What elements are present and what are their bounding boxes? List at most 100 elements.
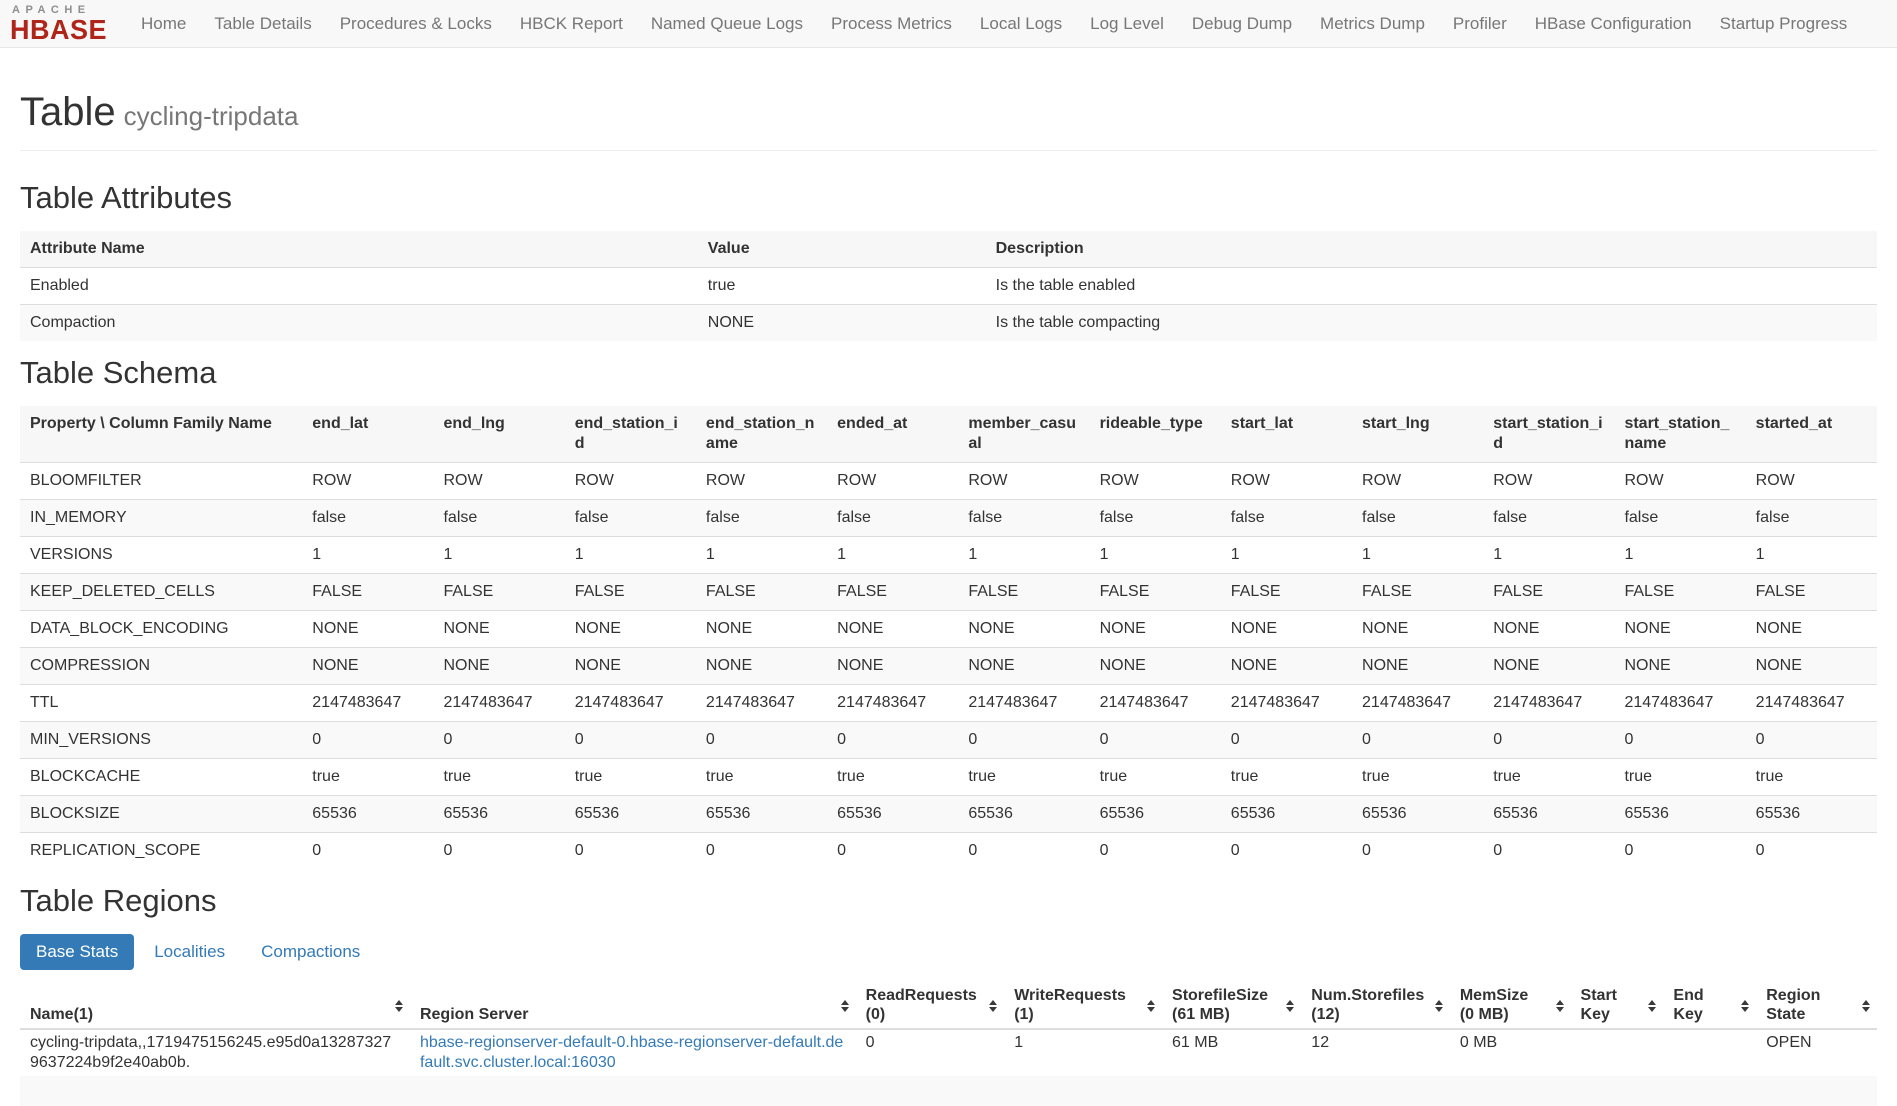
schema-value-cell: true: [1614, 759, 1745, 796]
schema-value-cell: 1: [302, 537, 433, 574]
regions-tabs: Base StatsLocalitiesCompactions: [20, 934, 1877, 970]
region-server-link[interactable]: hbase-regionserver-default-0.hbase-regio…: [420, 1034, 843, 1071]
attributes-heading: Table Attributes: [20, 181, 1877, 215]
nav-item-named-queue-logs[interactable]: Named Queue Logs: [637, 14, 817, 34]
sort-down-arrow: [1862, 1007, 1870, 1012]
sort-icon[interactable]: [1862, 1000, 1870, 1012]
regions-col-region-state[interactable]: RegionState: [1756, 984, 1877, 1029]
regions-tab-base-stats[interactable]: Base Stats: [20, 934, 134, 970]
regions-col-readrequests-0[interactable]: ReadRequests(0): [856, 984, 1005, 1029]
sort-down-arrow: [1147, 1007, 1155, 1012]
schema-row-min-versions: MIN_VERSIONS000000000000: [20, 722, 1877, 759]
sort-up-arrow: [841, 1000, 849, 1005]
schema-value-cell: NONE: [696, 648, 827, 685]
nav-item-profiler[interactable]: Profiler: [1439, 14, 1521, 34]
attribute-name: Enabled: [20, 268, 698, 305]
sort-icon[interactable]: [1435, 1000, 1443, 1012]
nav-item-metrics-dump[interactable]: Metrics Dump: [1306, 14, 1439, 34]
nav-item-debug-dump[interactable]: Debug Dump: [1178, 14, 1306, 34]
schema-value-cell: FALSE: [302, 574, 433, 611]
region-row-clipped: [20, 1076, 1877, 1106]
sort-icon[interactable]: [1741, 1000, 1749, 1012]
nav-item-local-logs[interactable]: Local Logs: [966, 14, 1076, 34]
schema-row-replication-scope: REPLICATION_SCOPE000000000000: [20, 833, 1877, 870]
schema-value-cell: 0: [565, 833, 696, 870]
nav-item-hbase-configuration[interactable]: HBase Configuration: [1521, 14, 1706, 34]
schema-value-cell: FALSE: [1090, 574, 1221, 611]
schema-value-cell: 65536: [958, 796, 1089, 833]
empty-cell: [1162, 1076, 1301, 1106]
regions-col-num-storefiles-12[interactable]: Num.Storefiles(12): [1301, 984, 1450, 1029]
schema-value-cell: false: [565, 500, 696, 537]
sort-icon[interactable]: [989, 1000, 997, 1012]
schema-value-cell: 1: [958, 537, 1089, 574]
schema-value-cell: NONE: [433, 648, 564, 685]
nav-item-table-details[interactable]: Table Details: [200, 14, 325, 34]
nav-item-log-level[interactable]: Log Level: [1076, 14, 1178, 34]
schema-value-cell: 2147483647: [1614, 685, 1745, 722]
schema-value-cell: true: [1746, 759, 1877, 796]
sort-icon[interactable]: [841, 1000, 849, 1012]
regions-tab-localities[interactable]: Localities: [138, 934, 241, 970]
regions-col-start-key[interactable]: StartKey: [1571, 984, 1664, 1029]
schema-value-cell: true: [958, 759, 1089, 796]
regions-tab-compactions[interactable]: Compactions: [245, 934, 376, 970]
sort-icon[interactable]: [1648, 1000, 1656, 1012]
schema-value-cell: 0: [302, 833, 433, 870]
schema-value-cell: 0: [1483, 833, 1614, 870]
schema-value-cell: true: [565, 759, 696, 796]
schema-value-cell: true: [696, 759, 827, 796]
schema-value-cell: ROW: [696, 463, 827, 500]
schema-value-cell: 0: [1746, 833, 1877, 870]
regions-col-end-key[interactable]: EndKey: [1663, 984, 1756, 1029]
sort-down-arrow: [1741, 1007, 1749, 1012]
nav-item-hbck-report[interactable]: HBCK Report: [506, 14, 637, 34]
nav-item-startup-progress[interactable]: Startup Progress: [1706, 14, 1862, 34]
sort-icon[interactable]: [395, 1000, 403, 1012]
attribute-description: Is the table enabled: [986, 268, 1877, 305]
schema-value-cell: 0: [1221, 722, 1352, 759]
schema-value-cell: 1: [1352, 537, 1483, 574]
sort-icon[interactable]: [1286, 1000, 1294, 1012]
schema-value-cell: 2147483647: [565, 685, 696, 722]
schema-value-cell: ROW: [1221, 463, 1352, 500]
regions-col-name-1[interactable]: Name(1): [20, 984, 410, 1029]
sort-down-arrow: [1556, 1007, 1564, 1012]
schema-value-cell: FALSE: [565, 574, 696, 611]
nav-item-home[interactable]: Home: [127, 14, 200, 34]
schema-value-cell: FALSE: [1483, 574, 1614, 611]
regions-col-storefilesize-61-mb[interactable]: StorefileSize(61 MB): [1162, 984, 1301, 1029]
regions-table: Name(1)Region ServerReadRequests(0)Write…: [20, 984, 1877, 1106]
sort-icon[interactable]: [1556, 1000, 1564, 1012]
schema-property-name: BLOCKCACHE: [20, 759, 302, 796]
schema-value-cell: 2147483647: [1746, 685, 1877, 722]
sort-up-arrow: [1862, 1000, 1870, 1005]
schema-value-cell: NONE: [1221, 611, 1352, 648]
table-name: cycling-tripdata: [124, 101, 299, 131]
regions-col-writerequests-1[interactable]: WriteRequests(1): [1004, 984, 1162, 1029]
nav-item-procedures-locks[interactable]: Procedures & Locks: [326, 14, 506, 34]
nav-links: HomeTable DetailsProcedures & LocksHBCK …: [127, 14, 1861, 34]
sort-down-arrow: [1648, 1007, 1656, 1012]
region-start-key: [1571, 1029, 1664, 1076]
schema-row-versions: VERSIONS111111111111: [20, 537, 1877, 574]
schema-value-cell: 0: [1614, 722, 1745, 759]
schema-value-cell: true: [433, 759, 564, 796]
schema-value-cell: false: [1090, 500, 1221, 537]
attribute-row-enabled: EnabledtrueIs the table enabled: [20, 268, 1877, 305]
sort-icon[interactable]: [1147, 1000, 1155, 1012]
regions-col-region-server[interactable]: Region Server: [410, 984, 856, 1029]
schema-col-start-station-id: start_station_id: [1483, 406, 1614, 463]
empty-cell: [1301, 1076, 1450, 1106]
sort-up-arrow: [1286, 1000, 1294, 1005]
hbase-logo[interactable]: APACHE HBASE: [10, 3, 107, 44]
schema-value-cell: FALSE: [827, 574, 958, 611]
region-read-requests: 0: [856, 1029, 1005, 1076]
schema-value-cell: ROW: [827, 463, 958, 500]
schema-value-cell: FALSE: [1221, 574, 1352, 611]
sort-down-arrow: [395, 1007, 403, 1012]
nav-item-process-metrics[interactable]: Process Metrics: [817, 14, 966, 34]
regions-col-memsize-0-mb[interactable]: MemSize(0 MB): [1450, 984, 1571, 1029]
schema-property-name: VERSIONS: [20, 537, 302, 574]
schema-value-cell: 1: [696, 537, 827, 574]
